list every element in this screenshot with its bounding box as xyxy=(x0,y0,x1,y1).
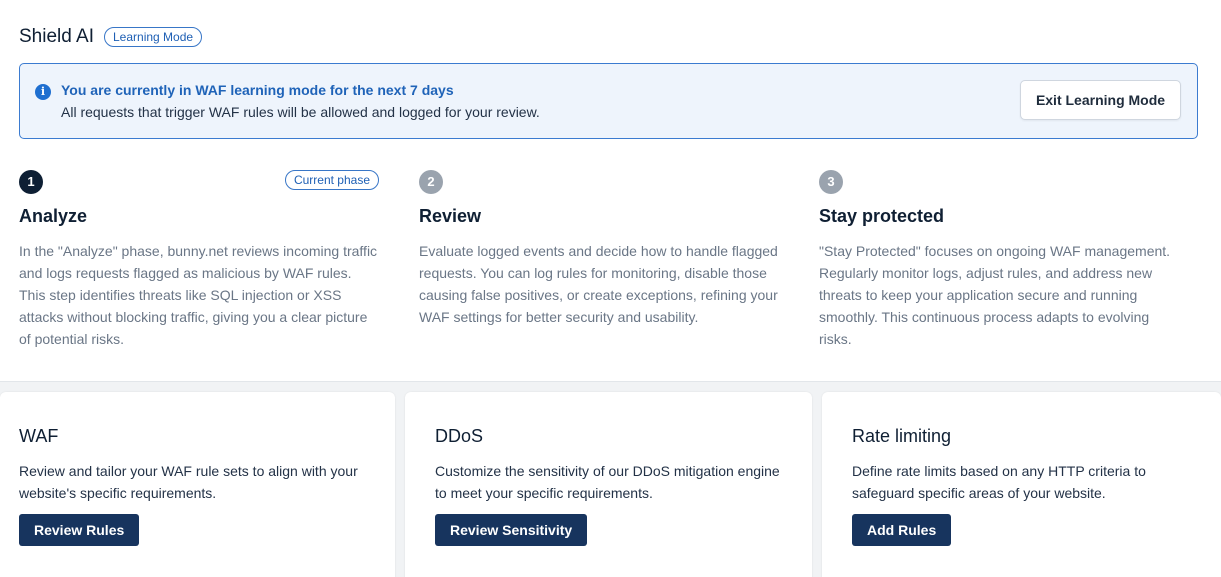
feature-cards-section: WAF Review and tailor your WAF rule sets… xyxy=(0,381,1221,577)
phase-step-number: 2 xyxy=(419,170,443,194)
phase-analyze: 1 Current phase Analyze In the "Analyze"… xyxy=(19,170,379,350)
phase-step-number: 1 xyxy=(19,170,43,194)
learning-mode-badge: Learning Mode xyxy=(104,27,203,47)
card-ddos: DDoS Customize the sensitivity of our DD… xyxy=(405,392,812,577)
phase-stay-protected: 3 Stay protected "Stay Protected" focuse… xyxy=(819,170,1179,350)
phase-title: Analyze xyxy=(19,206,88,226)
learning-mode-banner: i You are currently in WAF learning mode… xyxy=(19,63,1198,139)
card-waf: WAF Review and tailor your WAF rule sets… xyxy=(0,392,395,577)
learning-mode-section: Shield AI Learning Mode i You are curren… xyxy=(0,0,1221,380)
banner-text: All requests that trigger WAF rules will… xyxy=(61,104,540,120)
add-rules-button[interactable]: Add Rules xyxy=(852,514,952,546)
card-rate-limiting: Rate limiting Define rate limits based o… xyxy=(822,392,1221,577)
current-phase-badge: Current phase xyxy=(284,170,379,190)
page-header: Shield AI Learning Mode xyxy=(19,26,203,48)
phase-description: In the "Analyze" phase, bunny.net review… xyxy=(19,243,378,347)
review-rules-button[interactable]: Review Rules xyxy=(19,514,140,546)
phase-description: "Stay Protected" focuses on ongoing WAF … xyxy=(819,243,1171,347)
phase-title: Review xyxy=(419,206,482,226)
phase-step-number: 3 xyxy=(819,170,843,194)
info-icon: i xyxy=(35,84,51,100)
phase-review: 2 Review Evaluate logged events and deci… xyxy=(419,170,779,328)
exit-learning-mode-button[interactable]: Exit Learning Mode xyxy=(1020,80,1181,120)
page-title: Shield AI xyxy=(19,26,94,47)
card-title: DDoS xyxy=(435,426,484,446)
card-description: Customize the sensitivity of our DDoS mi… xyxy=(435,463,780,501)
review-sensitivity-button[interactable]: Review Sensitivity xyxy=(435,514,588,546)
banner-title: You are currently in WAF learning mode f… xyxy=(61,82,454,98)
phase-title: Stay protected xyxy=(819,206,945,226)
card-description: Review and tailor your WAF rule sets to … xyxy=(19,463,358,501)
card-description: Define rate limits based on any HTTP cri… xyxy=(852,463,1146,501)
card-title: Rate limiting xyxy=(852,426,952,446)
phase-description: Evaluate logged events and decide how to… xyxy=(419,243,778,325)
card-title: WAF xyxy=(19,426,59,446)
